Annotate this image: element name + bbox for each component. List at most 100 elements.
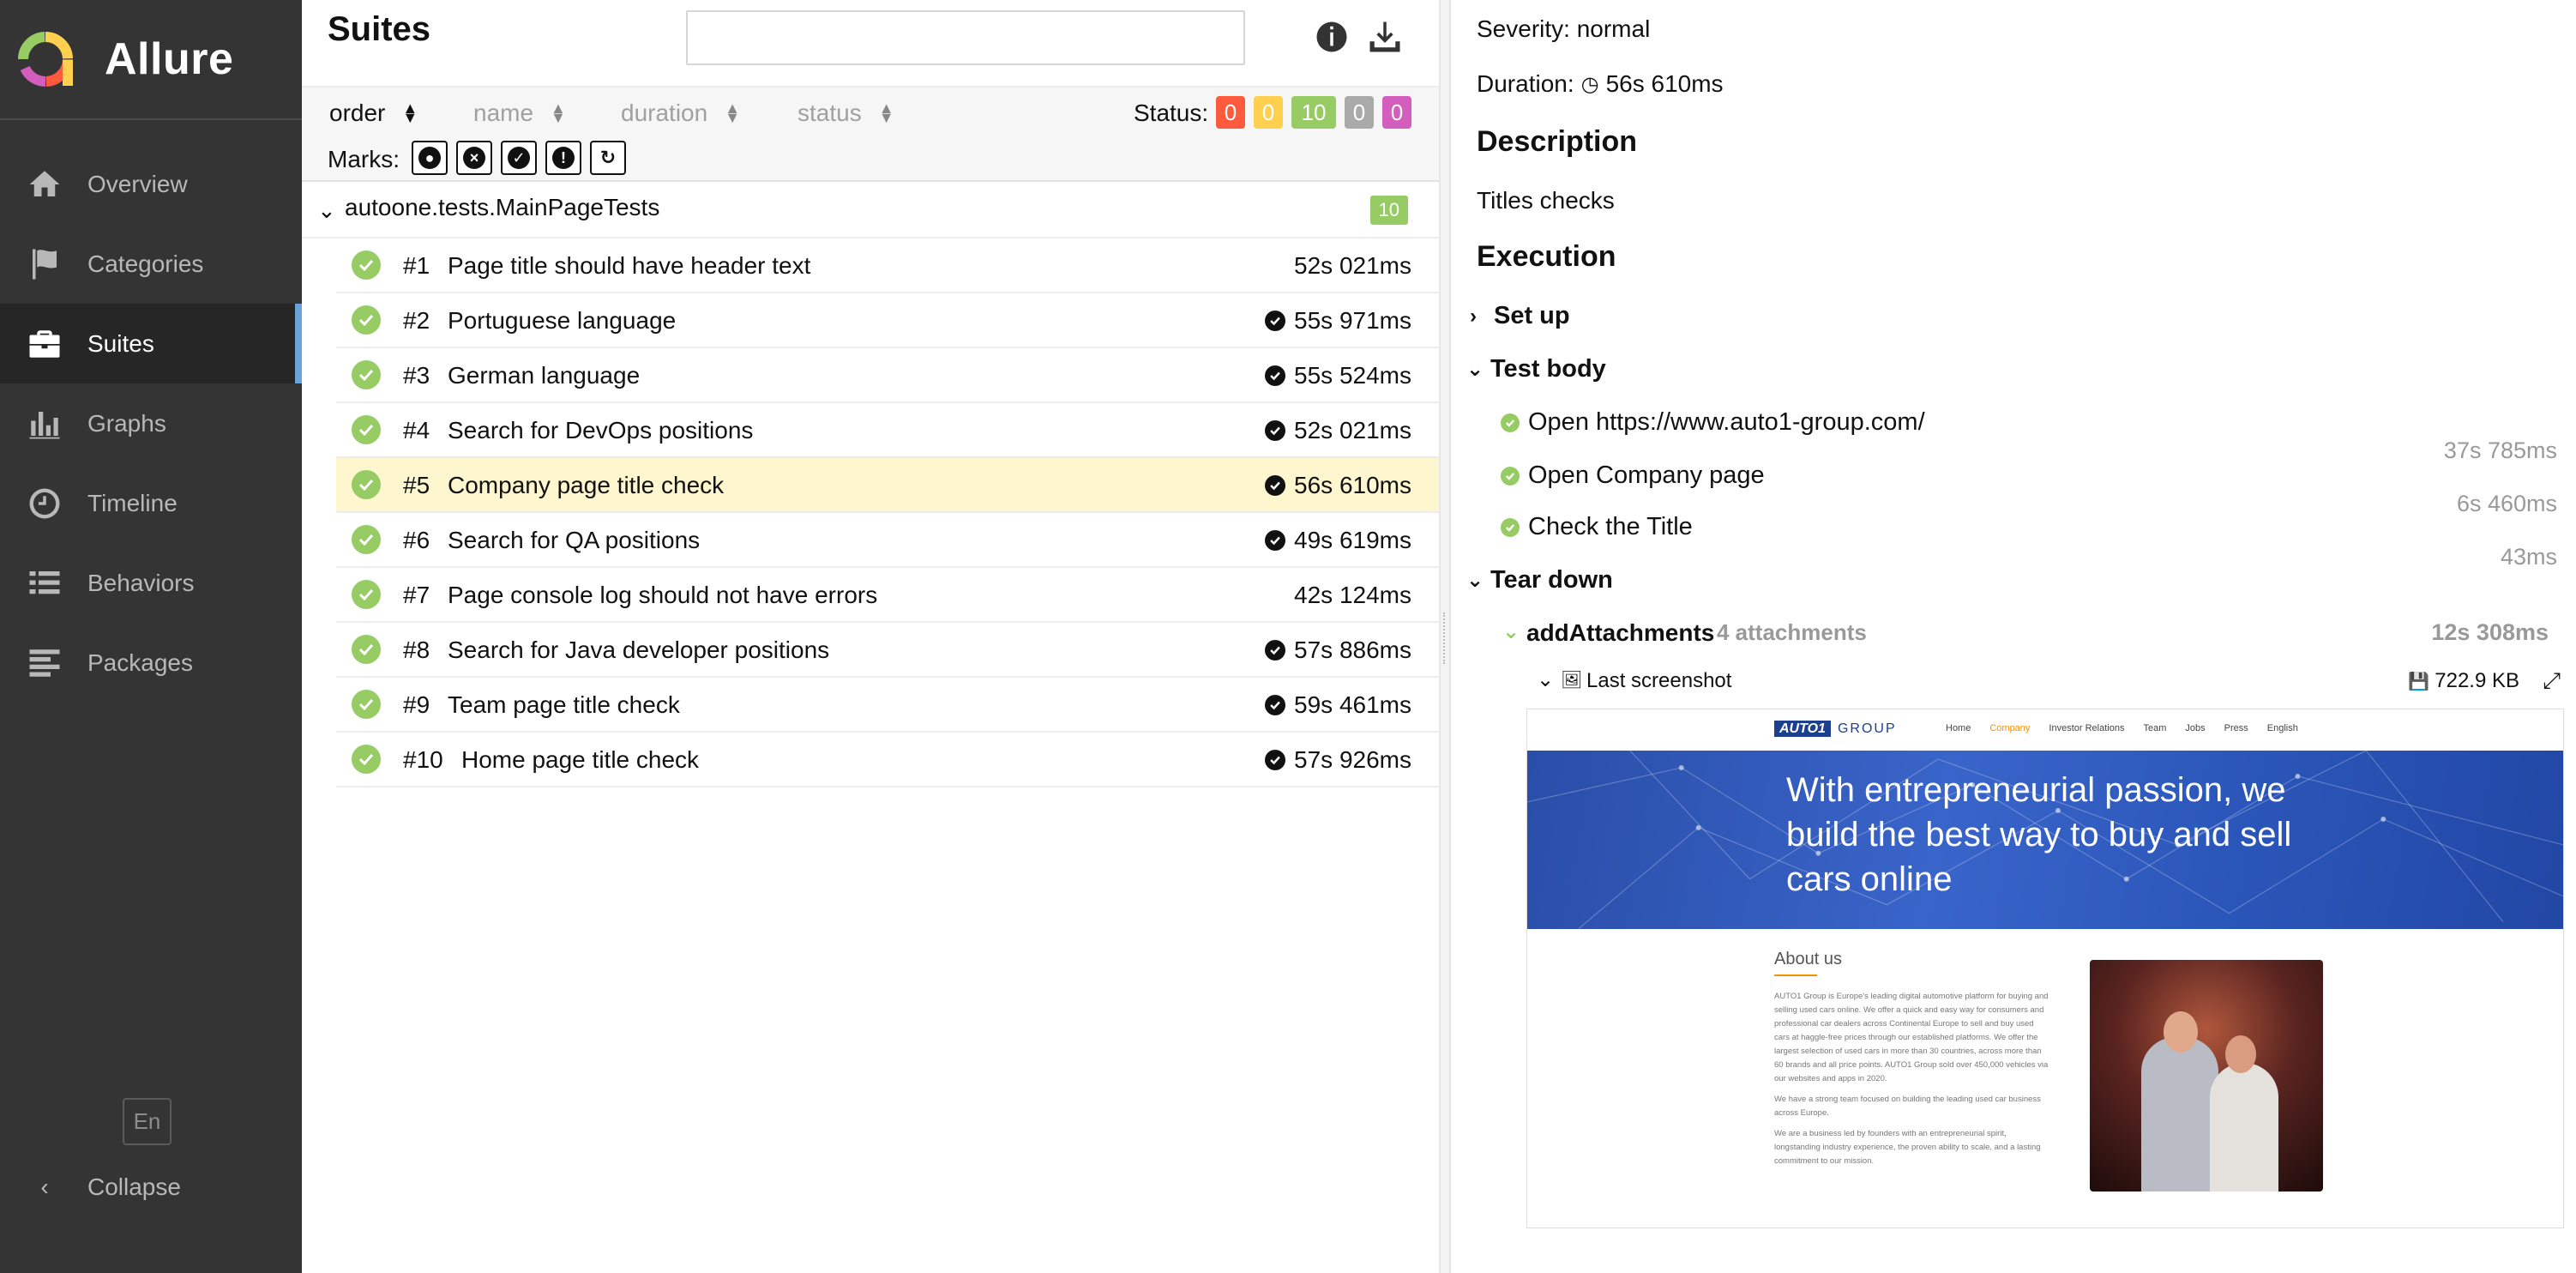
sort-icon: ▲ ▼ — [402, 100, 418, 126]
setup-section[interactable]: › Set up — [1470, 302, 1570, 330]
status-skipped-badge[interactable]: 0 — [1345, 96, 1374, 129]
sidebar-item-graphs[interactable]: Graphs — [0, 383, 302, 463]
drag-handle-icon — [1443, 612, 1447, 664]
expand-icon[interactable]: ⤢ — [2543, 667, 2561, 695]
status-failed-badge[interactable]: 0 — [1216, 96, 1245, 129]
screenshot-attachment-row[interactable]: ⌄ 🖼 Last screenshot 💾 722.9 KB ⤢ — [1537, 667, 2562, 698]
passed-icon — [352, 635, 381, 664]
test-name: Page title should have header text — [448, 252, 811, 279]
sidebar-item-timeline[interactable]: Timeline — [0, 463, 302, 543]
flag-icon — [26, 245, 63, 283]
test-duration: 56s 610ms — [1265, 472, 1411, 499]
test-name: Search for DevOps positions — [448, 417, 754, 443]
suite-group[interactable]: ⌄ autoone.tests.MainPageTests 10 — [302, 184, 1439, 238]
panel-splitter[interactable] — [1439, 0, 1451, 1273]
sidebar-item-overview[interactable]: Overview — [0, 144, 302, 224]
bar-chart-icon — [26, 405, 63, 443]
search-input[interactable] — [686, 10, 1245, 65]
sidebar-item-label: Suites — [87, 329, 154, 357]
test-number: #9 — [403, 691, 430, 718]
info-icon[interactable] — [1314, 19, 1350, 55]
test-row[interactable]: #3 German language 55s 524ms — [336, 348, 1439, 403]
test-row[interactable]: #10 Home page title check 57s 926ms — [336, 733, 1439, 787]
exclamation-circle-icon: ! — [552, 147, 575, 169]
test-detail-panel: Severity: normal Duration: ◷ 56s 610ms D… — [1451, 0, 2576, 1273]
check-circle-icon — [1265, 640, 1286, 661]
passed-icon — [352, 250, 381, 280]
passed-icon — [352, 360, 381, 389]
step-row[interactable]: Check the Title — [1501, 513, 1693, 541]
sidebar-item-packages[interactable]: Packages — [0, 623, 302, 703]
test-row-selected[interactable]: #5 Company page title check 56s 610ms — [336, 458, 1439, 513]
test-row[interactable]: #1 Page title should have header text 52… — [336, 238, 1439, 293]
attachment-step-name: addAttachments — [1526, 619, 1715, 646]
suite-group-count: 10 — [1369, 196, 1408, 225]
mark-new-failed-button[interactable]: × — [456, 141, 492, 175]
sort-icon: ▲ ▼ — [878, 100, 894, 126]
sidebar-item-label: Packages — [87, 649, 193, 676]
check-circle-icon — [1265, 695, 1286, 715]
step-time: 6s 460ms — [2456, 491, 2557, 516]
step-row[interactable]: Open https://www.auto1-group.com/ — [1501, 408, 1925, 437]
screenshot-size: 💾 722.9 KB — [2408, 669, 2519, 692]
step-time: 43ms — [2500, 544, 2557, 570]
sort-order[interactable]: order ▲ ▼ — [329, 100, 418, 127]
sort-name[interactable]: name ▲ ▼ — [473, 100, 566, 127]
bomb-icon: ● — [418, 147, 441, 169]
test-number: #5 — [403, 472, 430, 498]
status-broken-badge[interactable]: 0 — [1254, 96, 1283, 129]
language-button[interactable]: En — [123, 1098, 172, 1145]
mark-flaky-button[interactable]: ● — [412, 141, 448, 175]
test-number: #8 — [403, 636, 430, 663]
test-row[interactable]: #4 Search for DevOps positions 52s 021ms — [336, 403, 1439, 458]
sort-duration[interactable]: duration ▲ ▼ — [621, 100, 740, 127]
passed-icon — [352, 580, 381, 609]
check-circle-icon — [1265, 365, 1286, 386]
test-row[interactable]: #9 Team page title check 59s 461ms — [336, 678, 1439, 733]
test-name: Portuguese language — [448, 307, 677, 334]
mark-new-passed-button[interactable]: ✓ — [501, 141, 537, 175]
status-unknown-badge[interactable]: 0 — [1382, 96, 1411, 129]
sort-status[interactable]: status ▲ ▼ — [797, 100, 894, 127]
test-body-section[interactable]: ⌄ Test body — [1466, 355, 1606, 383]
duration: Duration: ◷ 56s 610ms — [1477, 70, 1724, 97]
description-title: Description — [1477, 125, 1638, 158]
test-row[interactable]: #7 Page console log should not have erro… — [336, 568, 1439, 623]
severity: Severity: normal — [1477, 15, 1651, 42]
clock-icon: ◷ — [1580, 72, 1599, 96]
test-row[interactable]: #8 Search for Java developer positions 5… — [336, 623, 1439, 678]
sidebar-item-behaviors[interactable]: Behaviors — [0, 543, 302, 623]
status-label: Status: — [1134, 100, 1209, 126]
screenshot-preview[interactable]: AUTO1 GROUP Home Company Investor Relatio… — [1526, 709, 2564, 1228]
sidebar-item-label: Graphs — [87, 409, 166, 437]
screenshot-name: Last screenshot — [1586, 669, 1732, 692]
sidebar-nav: Overview Categories Suites Graphs Timeli… — [0, 144, 302, 703]
refresh-icon: ↻ — [597, 147, 619, 169]
sort-icon: ▲ ▼ — [551, 100, 566, 126]
test-name: Team page title check — [448, 691, 680, 718]
suite-group-name: autoone.tests.MainPageTests — [345, 194, 660, 220]
attachment-step-row[interactable]: ⌄ addAttachments 4 attachments 12s 308ms — [1502, 619, 2549, 654]
collapse-button[interactable]: ‹ Collapse — [26, 1170, 181, 1204]
status-passed-badge[interactable]: 10 — [1291, 96, 1336, 129]
sidebar-item-label: Categories — [87, 250, 204, 277]
teardown-section[interactable]: ⌄ Tear down — [1466, 566, 1613, 594]
mark-retries-button[interactable]: ↻ — [590, 141, 626, 175]
chevron-down-icon: ⌄ — [1502, 620, 1520, 643]
sidebar-item-suites[interactable]: Suites — [0, 304, 302, 383]
chevron-down-icon: ⌄ — [1537, 668, 1555, 691]
home-icon — [26, 166, 63, 203]
sidebar-item-label: Overview — [87, 170, 188, 197]
passed-icon — [1501, 466, 1520, 486]
test-row[interactable]: #2 Portuguese language 55s 971ms — [336, 293, 1439, 348]
chevron-down-icon: ⌄ — [1466, 569, 1484, 592]
sidebar-item-categories[interactable]: Categories — [0, 224, 302, 304]
brand[interactable]: Allure — [0, 0, 302, 120]
preview-nav: AUTO1 GROUP Home Company Investor Relatio… — [1527, 709, 2563, 751]
step-row[interactable]: Open Company page — [1501, 462, 1765, 490]
preview-menu: Home Company Investor Relations Team Job… — [1946, 723, 2298, 733]
download-icon[interactable] — [1367, 19, 1403, 55]
test-row[interactable]: #6 Search for QA positions 49s 619ms — [336, 513, 1439, 568]
test-duration: 42s 124ms — [1294, 582, 1411, 608]
mark-new-broken-button[interactable]: ! — [545, 141, 581, 175]
